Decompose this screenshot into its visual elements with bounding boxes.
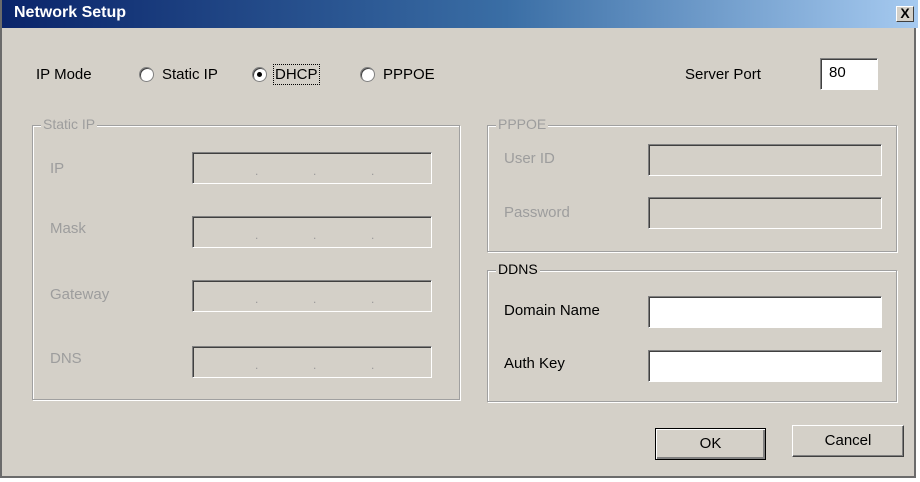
radio-pppoe[interactable] bbox=[360, 67, 375, 82]
close-icon: X bbox=[900, 5, 910, 21]
radio-static-ip-label[interactable]: Static IP bbox=[162, 66, 218, 83]
network-setup-dialog: Network Setup X IP Mode Static IP DHCP P… bbox=[0, 0, 918, 478]
gateway-label: Gateway bbox=[50, 286, 110, 303]
server-port-label: Server Port bbox=[685, 66, 761, 83]
ddns-group: DDNS bbox=[487, 261, 897, 402]
radio-pppoe-label[interactable]: PPPOE bbox=[383, 66, 435, 83]
password-label: Password bbox=[504, 204, 570, 221]
auth-key-label: Auth Key bbox=[504, 355, 565, 372]
ddns-legend: DDNS bbox=[496, 261, 540, 277]
ip-label: IP bbox=[50, 160, 65, 177]
radio-static-ip[interactable] bbox=[139, 67, 154, 82]
mask-field: . . . bbox=[192, 216, 432, 248]
dns-label: DNS bbox=[50, 350, 82, 367]
radio-dhcp-label[interactable]: DHCP bbox=[273, 64, 320, 85]
gateway-field: . . . bbox=[192, 280, 432, 312]
user-id-label: User ID bbox=[504, 150, 555, 167]
domain-name-input[interactable] bbox=[648, 296, 882, 328]
domain-name-label: Domain Name bbox=[504, 302, 600, 319]
cancel-button[interactable]: Cancel bbox=[792, 425, 904, 457]
server-port-input[interactable]: 80 bbox=[820, 58, 878, 90]
title-bar[interactable]: Network Setup X bbox=[2, 0, 918, 28]
close-button[interactable]: X bbox=[896, 6, 914, 22]
mask-label: Mask bbox=[50, 220, 86, 237]
auth-key-input[interactable] bbox=[648, 350, 882, 382]
ok-button[interactable]: OK bbox=[655, 428, 766, 460]
radio-selected-dot bbox=[257, 72, 262, 77]
static-ip-legend: Static IP bbox=[41, 116, 98, 132]
radio-dhcp[interactable] bbox=[252, 67, 267, 82]
password-field bbox=[648, 197, 882, 229]
dns-field: . . . bbox=[192, 346, 432, 378]
ip-mode-label: IP Mode bbox=[36, 66, 92, 83]
pppoe-legend: PPPOE bbox=[496, 116, 549, 132]
dialog-title: Network Setup bbox=[14, 4, 127, 21]
ip-address-field: . . . bbox=[192, 152, 432, 184]
user-id-field bbox=[648, 144, 882, 176]
